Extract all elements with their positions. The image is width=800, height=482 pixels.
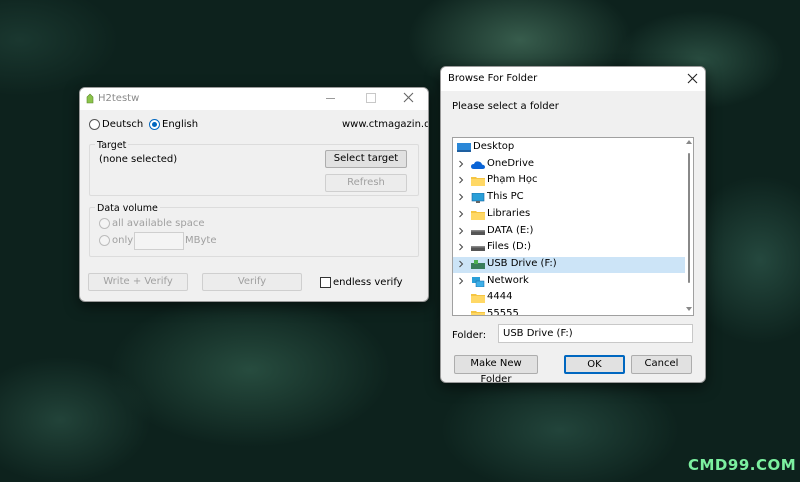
tree-item-label: Phạm Học [487,174,538,186]
tree-item-label: DATA (E:) [487,224,534,236]
endless-verify-checkbox[interactable] [320,277,331,288]
drive-icon [471,227,485,237]
network-icon [471,276,485,287]
watermark: CMD99.COM [688,456,797,474]
h2testw-title: H2testw [98,93,140,104]
label-all-space: all available space [112,218,205,229]
usb-drive-icon [471,259,485,270]
write-verify-button[interactable]: Write + Verify [88,273,188,291]
browse-titlebar[interactable]: Browse For Folder [441,67,705,91]
label-only: only [112,235,134,246]
folder-icon [471,310,485,315]
target-value: (none selected) [99,154,178,165]
label-english: English [162,119,199,130]
tree-item[interactable]: OneDrive [453,157,685,173]
folder-icon [471,210,485,220]
tree-item[interactable]: 55555 [453,307,685,316]
tree-item[interactable]: Desktop [453,140,685,156]
h2testw-app-icon [86,93,94,104]
folder-input-value: USB Drive (F:) [503,328,573,339]
tree-item[interactable]: DATA (E:) [453,224,685,240]
tree-scrollbar-down-icon[interactable] [686,307,692,311]
cancel-button[interactable]: Cancel [631,355,692,374]
label-endless-verify: endless verify [333,277,403,288]
drive-icon [471,243,485,253]
select-target-button[interactable]: Select target [325,150,407,168]
tree-item[interactable]: Phạm Học [453,173,685,189]
h2testw-window: H2testw Deutsch English www.ctmagazin.de… [79,87,429,302]
website-link[interactable]: www.ctmagazin.de [342,119,428,130]
folder-tree[interactable]: Desktop OneDrive Phạm Học This PC Libraries D… [452,137,694,316]
refresh-button[interactable]: Refresh [325,174,407,192]
tree-item[interactable]: Network [453,274,685,290]
label-deutsch: Deutsch [102,119,144,130]
verify-button[interactable]: Verify [202,273,302,291]
browse-folder-dialog: Browse For Folder Please select a folder… [440,66,706,383]
close-icon[interactable] [403,92,414,103]
h2testw-titlebar[interactable]: H2testw [80,88,428,110]
tree-scrollbar-up-icon[interactable] [686,140,692,144]
folder-input[interactable]: USB Drive (F:) [498,324,693,343]
chevron-right-icon[interactable] [457,243,465,251]
tree-item[interactable]: USB Drive (F:) [453,256,685,273]
tree-scrollbar-thumb[interactable] [688,153,690,283]
tree-item-label: This PC [487,191,524,203]
chevron-right-icon[interactable] [457,193,465,201]
chevron-right-icon[interactable] [457,160,465,168]
tree-item-label: Network [487,274,529,286]
chevron-right-icon[interactable] [457,176,465,184]
ok-button[interactable]: OK [564,355,625,374]
label-mbyte: MByte [185,235,217,246]
tree-item-label: Desktop [473,141,515,152]
chevron-right-icon[interactable] [457,227,465,235]
radio-only[interactable] [99,235,110,246]
radio-deutsch[interactable] [89,119,100,130]
chevron-right-icon[interactable] [457,260,465,268]
mbyte-input[interactable] [134,232,184,250]
close-icon[interactable] [687,73,698,84]
tree-item[interactable]: This PC [453,190,685,206]
target-label: Target [95,140,129,151]
tree-item-label: 55555 [487,308,519,316]
tree-item[interactable]: 4444 [453,290,685,306]
monitor-icon [471,192,485,204]
minimize-icon[interactable] [326,98,335,99]
cloud-icon [471,160,485,170]
tree-item-label: Libraries [487,207,531,219]
browse-title: Browse For Folder [448,73,538,84]
folder-icon [471,176,485,187]
folder-icon [471,293,485,304]
tree-item[interactable]: Libraries [453,207,685,223]
desktop-icon [457,143,471,153]
tree-item-label: USB Drive (F:) [487,257,557,269]
chevron-right-icon[interactable] [457,277,465,285]
radio-english[interactable] [149,119,160,130]
folder-label: Folder: [452,330,487,341]
tree-item-label: Files (D:) [487,241,531,253]
data-volume-label: Data volume [95,203,160,214]
browse-prompt: Please select a folder [452,101,559,112]
make-new-folder-button[interactable]: Make New Folder [454,355,538,382]
tree-item[interactable]: Files (D:) [453,240,685,256]
tree-item-label: OneDrive [487,157,535,169]
radio-all-space[interactable] [99,218,110,229]
tree-scrollbar[interactable] [685,138,693,315]
chevron-right-icon[interactable] [457,210,465,218]
maximize-icon[interactable] [366,93,376,103]
tree-item-label: 4444 [487,291,513,303]
